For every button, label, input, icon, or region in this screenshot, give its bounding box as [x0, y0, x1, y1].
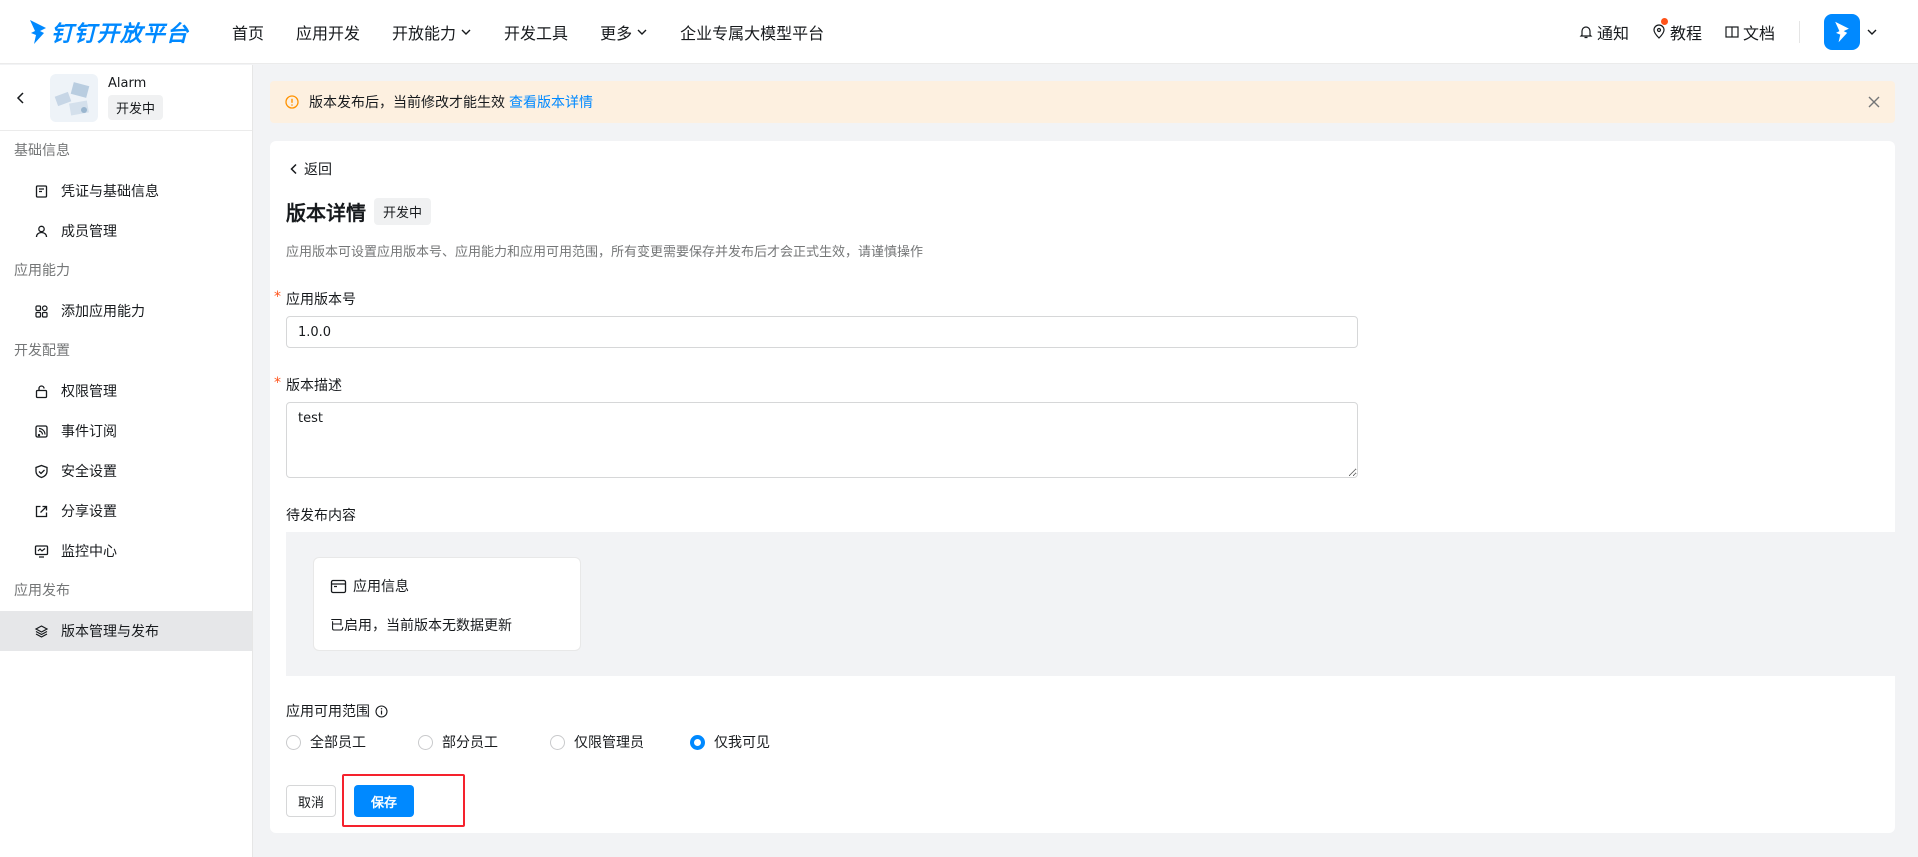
lock-icon [35, 384, 48, 398]
notify-button[interactable]: 通知 [1578, 20, 1629, 44]
sidebar: Alarm 开发中 基础信息 凭证与基础信息 成员管理 应用能力 添加应用能力 … [0, 65, 253, 857]
nav-app-dev[interactable]: 应用开发 [296, 20, 360, 44]
required-mark: * [274, 289, 281, 305]
pending-content-label: 待发布内容 [286, 508, 356, 524]
version-description-textarea[interactable]: test [286, 402, 1358, 478]
header-divider [1799, 21, 1800, 43]
logo-text: 钉钉开放平台 [51, 21, 190, 47]
release-alert-banner: 版本发布后，当前修改才能生效 查看版本详情 [270, 81, 1895, 123]
section-title-app-release: 应用发布 [14, 583, 70, 599]
app-thumbnail-icon [54, 81, 90, 115]
pending-content-area: 应用信息 已启用，当前版本无数据更新 [286, 532, 1896, 676]
docs-button[interactable]: 文档 [1724, 20, 1775, 44]
warning-icon [285, 95, 299, 109]
version-number-input[interactable] [286, 316, 1358, 348]
dingtalk-avatar-icon [1835, 21, 1849, 43]
monitor-icon [34, 544, 49, 558]
notification-dot [1660, 18, 1668, 25]
view-version-details-link[interactable]: 查看版本详情 [509, 92, 593, 112]
app-info-title: 应用信息 [330, 576, 409, 596]
radio-circle [286, 734, 301, 750]
sidebar-item-add-capability[interactable]: 添加应用能力 [0, 291, 252, 331]
sidebar-item-event-subscription[interactable]: 事件订阅 [0, 411, 252, 451]
page-title: 版本详情 [286, 201, 366, 225]
section-title-dev-config: 开发配置 [14, 343, 70, 359]
app-info-body: 已启用，当前版本无数据更新 [330, 618, 512, 634]
radio-circle-checked [690, 734, 705, 750]
radio-circle [550, 734, 565, 750]
radio-all-employees[interactable]: 全部员工 [286, 732, 418, 752]
nav-open-capabilities[interactable]: 开放能力 [392, 20, 472, 44]
nav-dev-tools[interactable]: 开发工具 [504, 20, 568, 44]
app-icon [50, 73, 98, 122]
header-right-actions: 通知 教程 文档 [1556, 0, 1878, 64]
user-icon [35, 225, 48, 237]
sidebar-item-members[interactable]: 成员管理 [0, 211, 252, 251]
app-header: Alarm 开发中 [0, 65, 252, 131]
status-badge: 开发中 [374, 198, 432, 225]
back-arrow-icon[interactable] [14, 91, 28, 105]
radio-circle [418, 734, 433, 750]
app-name: Alarm [108, 75, 147, 91]
version-detail-card: 返回 版本详情 开发中 应用版本可设置应用版本号、应用能力和应用可用范围，所有变… [270, 141, 1896, 833]
page-description: 应用版本可设置应用版本号、应用能力和应用可用范围，所有变更需要保存并发布后才会正… [286, 245, 924, 260]
sidebar-item-security[interactable]: 安全设置 [0, 451, 252, 491]
main-nav: 首页 应用开发 开放能力 开发工具 更多 企业专属大模型平台 [232, 20, 856, 44]
radio-only-me[interactable]: 仅我可见 [690, 732, 770, 752]
section-title-app-capabilities: 应用能力 [14, 263, 70, 279]
shield-icon [35, 464, 48, 478]
nav-enterprise-llm[interactable]: 企业专属大模型平台 [680, 20, 824, 44]
tutorial-button[interactable]: 教程 [1651, 18, 1702, 44]
app-status-badge: 开发中 [108, 94, 164, 120]
app-meta: Alarm 开发中 [108, 75, 164, 120]
window-icon [330, 579, 347, 593]
sidebar-item-credentials[interactable]: 凭证与基础信息 [0, 171, 252, 211]
top-nav-bar: 钉钉开放平台 首页 应用开发 开放能力 开发工具 更多 企业专属大模型平台 通知… [0, 0, 1918, 64]
dingtalk-logo-icon [30, 19, 46, 44]
radio-admins-only[interactable]: 仅限管理员 [550, 732, 690, 752]
section-title-basic-info: 基础信息 [14, 143, 70, 159]
book-icon [1725, 26, 1739, 38]
nav-home[interactable]: 首页 [232, 20, 264, 44]
version-number-label: * 应用版本号 [274, 289, 356, 308]
share-icon [35, 505, 48, 517]
sidebar-item-version-management[interactable]: 版本管理与发布 [0, 611, 252, 651]
bell-icon [1579, 26, 1593, 39]
apps-grid-icon [35, 304, 48, 318]
version-description-label: * 版本描述 [274, 375, 342, 394]
radio-some-employees[interactable]: 部分员工 [418, 732, 550, 752]
sidebar-item-monitoring[interactable]: 监控中心 [0, 531, 252, 571]
chevron-left-icon [290, 163, 297, 175]
nav-more[interactable]: 更多 [600, 20, 648, 44]
location-pin-icon [1653, 24, 1665, 39]
sidebar-item-permissions[interactable]: 权限管理 [0, 371, 252, 411]
chevron-down-icon [637, 29, 647, 35]
rss-icon [35, 424, 48, 438]
title-row: 版本详情 开发中 [286, 197, 432, 226]
save-button[interactable]: 保存 [354, 785, 414, 817]
cancel-button[interactable]: 取消 [286, 785, 336, 817]
layers-icon [34, 624, 49, 638]
info-icon[interactable] [375, 704, 388, 718]
chevron-down-icon[interactable] [1866, 26, 1878, 38]
scope-radio-group: 全部员工 部分员工 仅限管理员 仅我可见 [286, 732, 770, 752]
credential-icon [35, 184, 48, 198]
sidebar-item-share-settings[interactable]: 分享设置 [0, 491, 252, 531]
required-mark: * [274, 375, 281, 391]
user-avatar[interactable] [1824, 14, 1860, 50]
dingtalk-logo[interactable]: 钉钉开放平台 [28, 16, 206, 48]
close-icon[interactable] [1867, 95, 1881, 109]
app-info-card: 应用信息 已启用，当前版本无数据更新 [313, 557, 581, 651]
scope-label: 应用可用范围 [286, 701, 388, 721]
chevron-down-icon [461, 29, 471, 35]
alert-text: 版本发布后，当前修改才能生效 [309, 95, 505, 111]
back-link[interactable]: 返回 [288, 159, 332, 179]
